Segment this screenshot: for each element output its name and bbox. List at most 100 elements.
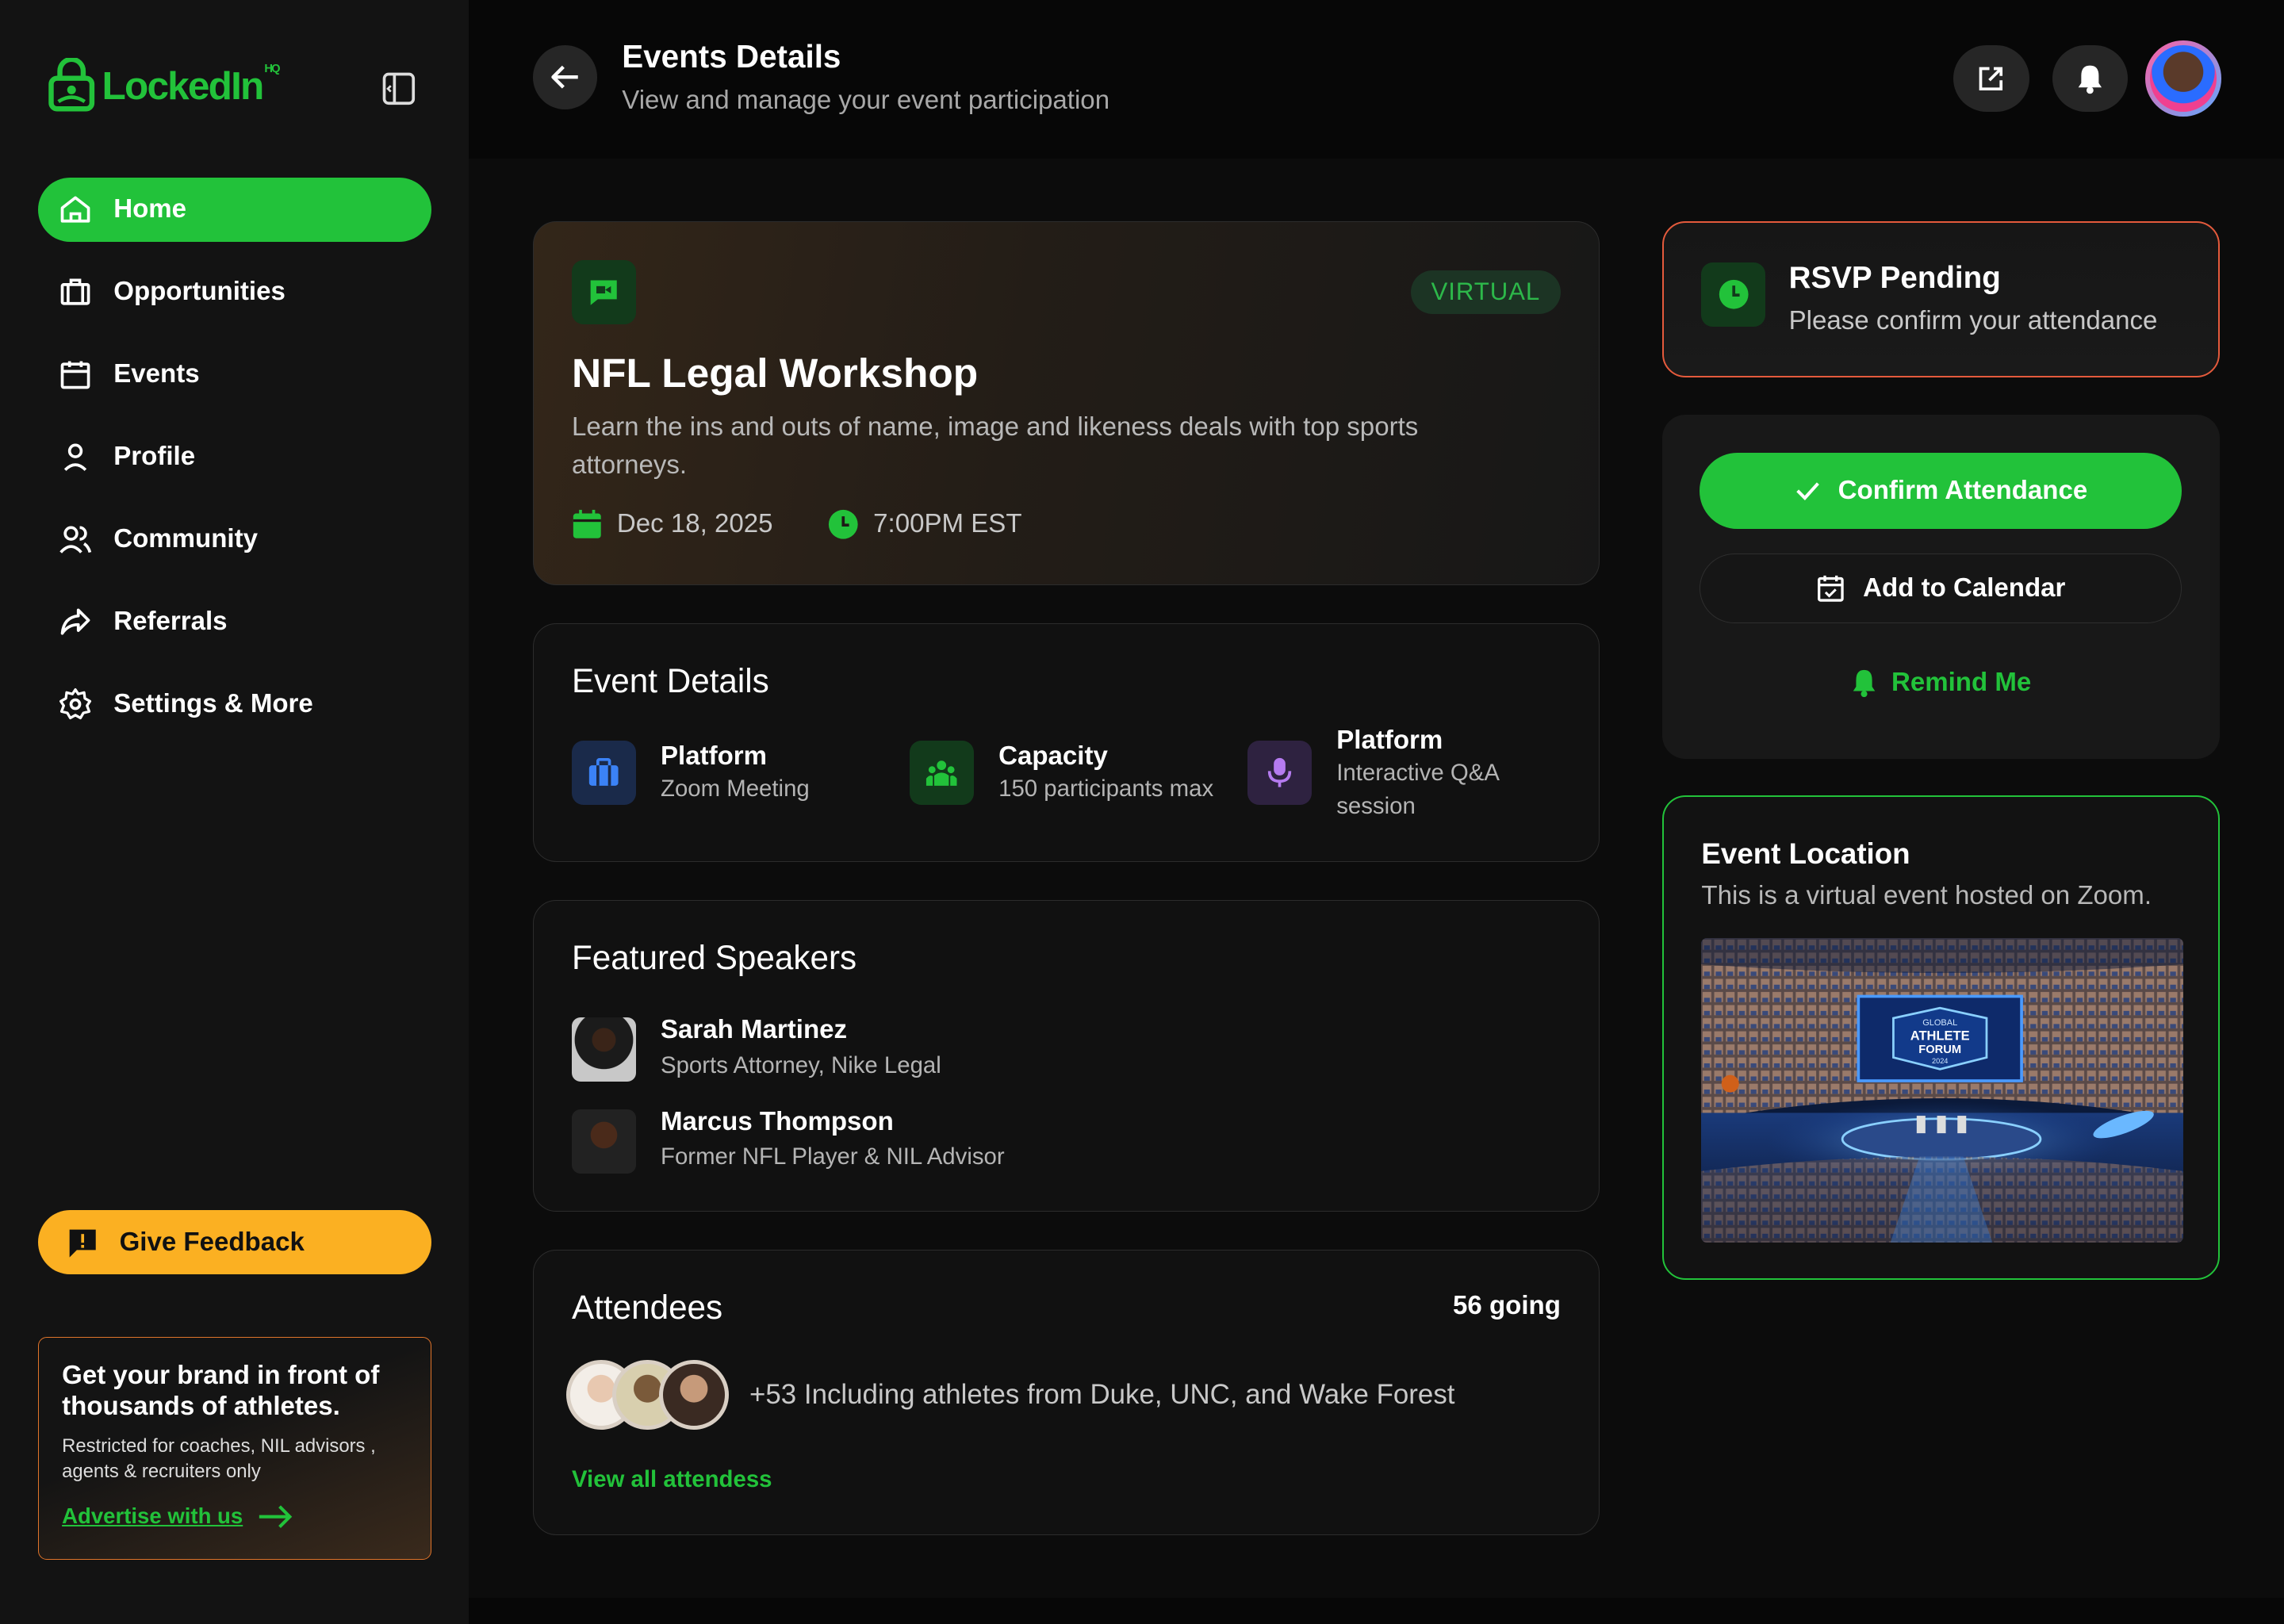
event-details-title: Event Details [571, 661, 769, 699]
forum-illustration: GLOBAL ATHLETE FORUM 2024 [1701, 937, 2184, 1243]
advertise-link-label: Advertise with us [62, 1503, 243, 1529]
attendee-avatars[interactable] [565, 1359, 730, 1430]
location-title: Event Location [1701, 837, 1910, 871]
advertise-promo-card: Get your brand in front of thousands of … [37, 1337, 431, 1561]
gear-icon [59, 688, 92, 720]
sidebar-item-label: Profile [113, 442, 196, 472]
avatar-photo [2149, 44, 2217, 113]
give-feedback-button[interactable]: Give Feedback [37, 1210, 431, 1275]
remind-me-button[interactable]: Remind Me [1700, 648, 2182, 718]
featured-speakers-card: Featured Speakers Sarah Martinez Sports … [533, 900, 1600, 1212]
users-icon [59, 526, 92, 554]
arrow-right-icon [259, 1505, 292, 1528]
detail-qa: Platform Interactive Q&A session [1247, 725, 1555, 824]
sidebar-item-opportunities[interactable]: Opportunities [38, 260, 431, 324]
forum-text-athlete: ATHLETE [1910, 1028, 1970, 1044]
detail-label: Capacity [998, 741, 1108, 772]
calendar-check-icon [1818, 575, 1845, 602]
speaker-photo [571, 1109, 636, 1174]
event-description: Learn the ins and outs of name, image an… [571, 412, 1419, 481]
briefcase-icon [61, 278, 90, 305]
add-to-calendar-button[interactable]: Add to Calendar [1700, 553, 2182, 624]
sidebar-item-label: Home [113, 194, 187, 224]
attendees-count: 56 going [1453, 1291, 1561, 1321]
detail-label: Platform [1336, 725, 1443, 755]
notifications-button[interactable] [2052, 44, 2129, 113]
sidebar-item-profile[interactable]: Profile [38, 425, 431, 489]
speaker-item[interactable]: Marcus Thompson Former NFL Player & NIL … [571, 1107, 1005, 1176]
calendar-icon [61, 361, 90, 389]
sidebar-item-community[interactable]: Community [38, 508, 431, 572]
promo-title: Get your brand in front of thousands of … [62, 1361, 380, 1422]
detail-label: Platform [661, 741, 768, 772]
virtual-forum-image: GLOBAL ATHLETE FORUM 2024 [1701, 937, 2184, 1243]
sidebar-item-label: Settings & More [113, 689, 313, 719]
platform-icon [571, 741, 636, 805]
give-feedback-label: Give Feedback [119, 1227, 305, 1257]
microphone-icon [1247, 741, 1312, 805]
rsvp-status-card: RSVP Pending Please confirm your attenda… [1661, 221, 2221, 377]
attendee-avatar [659, 1359, 730, 1430]
speakers-title: Featured Speakers [571, 938, 857, 976]
sidebar-nav: Home Opportunities Events Profile Commun… [37, 178, 431, 755]
clock-icon [1701, 262, 1766, 327]
attendees-card: Attendees 56 going +53 Including athlete… [533, 1249, 1600, 1535]
attendees-summary: +53 Including athletes from Duke, UNC, a… [749, 1378, 1455, 1410]
detail-value: 150 participants max [998, 776, 1214, 802]
event-date: Dec 18, 2025 [616, 509, 773, 539]
event-title: NFL Legal Workshop [571, 349, 979, 396]
external-link-icon [1979, 67, 2003, 90]
sidebar-item-home[interactable]: Home [37, 178, 431, 242]
sidebar-item-label: Events [113, 359, 200, 389]
promo-subtitle: Restricted for coaches, NIL advisors , a… [62, 1435, 376, 1482]
arrow-left-icon [551, 65, 579, 89]
sidebar-item-label: Opportunities [113, 277, 286, 307]
event-time: 7:00PM EST [873, 509, 1022, 539]
sidebar-item-settings[interactable]: Settings & More [38, 672, 431, 737]
event-details-card: Event Details Platform Zoom Meeting Capa… [533, 623, 1600, 863]
page-title: Events Details [622, 37, 841, 75]
sidebar-item-events[interactable]: Events [38, 343, 431, 407]
speaker-role: Sports Attorney, Nike Legal [661, 1051, 941, 1078]
view-all-attendees-link[interactable]: View all attendess [572, 1466, 772, 1493]
share-icon [61, 608, 90, 635]
page-subtitle: View and manage your event participation [622, 86, 1110, 116]
sidebar-item-label: Community [113, 524, 258, 554]
brand-name: LockedIn HQ [102, 63, 281, 109]
group-icon [910, 741, 974, 805]
speaker-name: Sarah Martinez [661, 1015, 848, 1045]
detail-capacity: Capacity 150 participants max [910, 741, 1213, 806]
detail-value: Zoom Meeting [661, 776, 810, 802]
calendar-icon [573, 509, 601, 538]
home-icon [61, 196, 90, 223]
advertise-link[interactable]: Advertise with us [62, 1503, 407, 1529]
back-button[interactable] [533, 44, 598, 109]
speaker-item[interactable]: Sarah Martinez Sports Attorney, Nike Leg… [571, 1015, 941, 1084]
detail-platform: Platform Zoom Meeting [571, 741, 810, 806]
share-button[interactable] [1953, 44, 2029, 113]
sidebar-toggle-icon [383, 72, 416, 105]
feedback-icon [70, 1229, 97, 1258]
event-meta: Dec 18, 2025 7:00PM EST [572, 509, 1022, 540]
forum-text-global: GLOBAL [1923, 1018, 1958, 1028]
forum-text-year: 2024 [1932, 1057, 1948, 1065]
event-actions-card: Confirm Attendance Add to Calendar Remin… [1661, 415, 2221, 759]
clock-icon [829, 509, 858, 539]
location-subtitle: This is a virtual event hosted on Zoom. [1701, 881, 2152, 911]
user-avatar[interactable] [2145, 40, 2221, 117]
sidebar-collapse-button[interactable] [380, 70, 418, 108]
virtual-badge: VIRTUAL [1410, 270, 1561, 314]
brand-logo[interactable]: LockedIn HQ [47, 58, 281, 113]
bell-icon [1853, 669, 1875, 698]
confirm-attendance-button[interactable]: Confirm Attendance [1700, 453, 2182, 529]
event-location-card: Event Location This is a virtual event h… [1661, 795, 2221, 1281]
sidebar-item-referrals[interactable]: Referrals [38, 590, 431, 654]
rsvp-title: RSVP Pending [1788, 260, 2001, 295]
user-icon [64, 443, 87, 472]
remind-me-label: Remind Me [1891, 668, 2032, 698]
forum-text-forum: FORUM [1919, 1044, 1962, 1056]
add-to-calendar-label: Add to Calendar [1863, 573, 2066, 603]
rsvp-subtitle: Please confirm your attendance [1788, 305, 2158, 335]
attendees-title: Attendees [571, 1288, 723, 1326]
sidebar-item-label: Referrals [113, 607, 228, 637]
